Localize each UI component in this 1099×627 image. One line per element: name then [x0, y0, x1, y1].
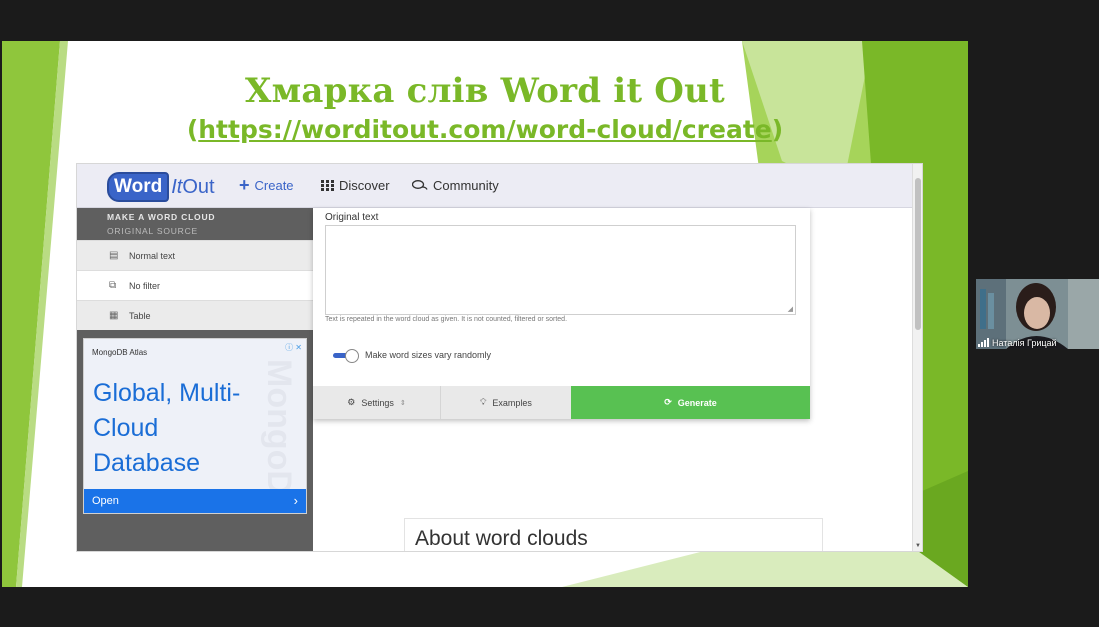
action-buttons: ⚙ Settings ⇕ 💡︎ Examples ⟳ Generate	[313, 386, 810, 419]
signal-icon	[978, 338, 989, 347]
page-scrollbar[interactable]: ▼	[912, 164, 922, 551]
table-icon: ▦	[109, 310, 119, 321]
settings-label: Settings	[361, 397, 394, 408]
generate-label: Generate	[677, 397, 717, 408]
original-text-label: Original text	[325, 212, 379, 223]
about-section: About word clouds	[404, 518, 823, 551]
create-link[interactable]: https://worditout.com/word-cloud/create	[198, 115, 772, 144]
scrollbar-thumb[interactable]	[915, 178, 921, 330]
participant-video-tile[interactable]: Наталія Грицай	[976, 279, 1099, 349]
grid-icon	[321, 180, 334, 191]
ad-brand: MongoDB Atlas	[92, 348, 148, 357]
toggle-knob	[345, 349, 359, 363]
sidebar-item-label: Normal text	[129, 250, 176, 261]
resize-handle-icon[interactable]: ◢	[788, 305, 793, 313]
advertisement[interactable]: MongoDB MongoDB Atlas ⓘ ✕ Global, Multi-…	[83, 338, 307, 514]
meeting-viewport: Хмарка слів Word it Out (https://wordito…	[0, 0, 1099, 627]
sidebar-item-label: Table	[129, 310, 151, 321]
nav-community[interactable]: Community	[412, 178, 499, 193]
random-size-toggle[interactable]	[333, 349, 361, 363]
settings-button[interactable]: ⚙ Settings ⇕	[313, 386, 441, 419]
sidebar-subheading: ORIGINAL SOURCE	[107, 226, 199, 236]
sidebar-heading: MAKE A WORD CLOUD	[107, 212, 216, 222]
original-text-input[interactable]: ◢	[325, 225, 796, 315]
nav-create[interactable]: + Create	[239, 175, 294, 195]
ad-headline: Global, Multi- Cloud Database	[93, 376, 240, 481]
nav-discover[interactable]: Discover	[321, 178, 390, 193]
document-icon: ▤	[109, 250, 119, 261]
ad-open-button[interactable]: Open ›	[84, 489, 306, 513]
input-hint: Text is repeated in the word cloud as gi…	[325, 316, 568, 323]
ad-headline-line: Global, Multi-	[93, 379, 241, 407]
ad-open-label: Open	[92, 495, 119, 507]
sidebar-item-no-filter[interactable]: ⧉ No filter	[77, 270, 313, 300]
plus-icon: +	[239, 175, 250, 195]
gear-icon: ⚙	[347, 397, 356, 407]
word-cloud-form: Original text ◢ Text is repeated in the …	[313, 208, 810, 419]
chevron-right-icon: ›	[293, 493, 298, 508]
worditout-screenshot: Word It Out + Create Discover Community …	[76, 163, 923, 552]
sidebar-item-normal-text[interactable]: ▤ Normal text	[77, 240, 313, 270]
sort-icon: ⇕	[399, 399, 406, 407]
presentation-slide: Хмарка слів Word it Out (https://wordito…	[2, 41, 968, 587]
participant-name: Наталія Грицай	[978, 338, 1057, 348]
nav-create-label: Create	[254, 178, 294, 193]
url-paren-open: (	[186, 115, 199, 144]
ad-info-icon[interactable]: ⓘ ✕	[285, 342, 302, 353]
toggle-label: Make word sizes vary randomly	[365, 350, 492, 360]
sidebar: MAKE A WORD CLOUD ORIGINAL SOURCE ▤ Norm…	[77, 208, 313, 551]
logo-out: Out	[182, 175, 215, 198]
refresh-icon: ⟳	[664, 397, 672, 407]
slide-title: Хмарка слів Word it Out	[245, 71, 725, 111]
sidebar-item-label: No filter	[129, 280, 161, 291]
examples-label: Examples	[492, 397, 532, 408]
url-paren-close: )	[771, 115, 784, 144]
scroll-down-icon[interactable]: ▼	[915, 543, 921, 549]
lightbulb-icon: 💡︎	[480, 397, 487, 407]
slide-url: (https://worditout.com/word-cloud/create…	[2, 115, 968, 144]
ad-headline-line: Database	[93, 449, 201, 477]
logo-word: Word	[107, 172, 170, 202]
logo-it: It	[171, 175, 183, 198]
ad-headline-line: Cloud	[93, 414, 159, 442]
copy-icon: ⧉	[109, 280, 117, 291]
about-heading: About word clouds	[415, 527, 588, 550]
sidebar-header: MAKE A WORD CLOUD ORIGINAL SOURCE	[77, 208, 313, 240]
site-header: Word It Out + Create Discover Community	[77, 164, 914, 208]
generate-button[interactable]: ⟳ Generate	[571, 386, 810, 419]
worditout-logo[interactable]: Word It Out	[107, 172, 215, 202]
nav-discover-label: Discover	[339, 178, 390, 193]
nav-community-label: Community	[433, 178, 499, 193]
chat-icon	[412, 180, 428, 190]
participant-name-label: Наталія Грицай	[992, 338, 1057, 348]
sidebar-item-table[interactable]: ▦ Table	[77, 300, 313, 330]
examples-button[interactable]: 💡︎ Examples	[441, 386, 571, 419]
